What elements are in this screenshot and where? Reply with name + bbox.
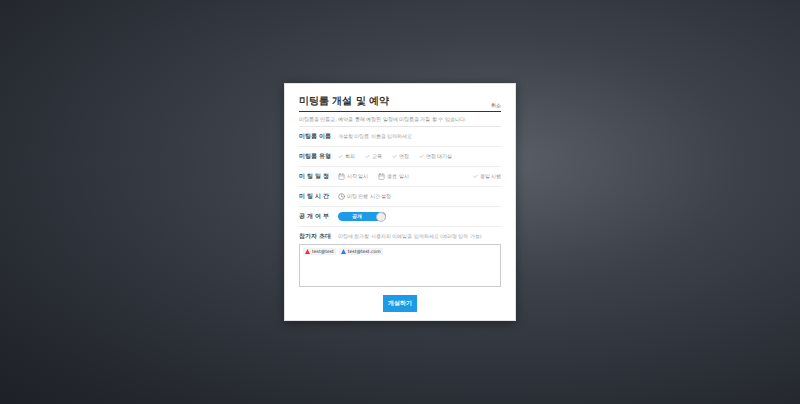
form-row: 미 팅 시 간 미팅 진행 시간 설정 (299, 187, 501, 207)
invite-input[interactable]: test@testtest@test.com (299, 244, 501, 287)
room-name-input[interactable]: 개설할 미팅룸 이름을 입력하세요 (338, 134, 412, 139)
form-row: 미팅룸 이름 개설할 미팅룸 이름을 입력하세요 (299, 127, 501, 147)
check-icon (392, 154, 397, 159)
type-checkbox[interactable]: 면접 대기실 (419, 154, 452, 159)
field-label: 공 개 여 부 (299, 213, 334, 220)
invite-hint: 미팅에 참가할 사용자의 이메일을 입력하세요 (여러명 입력 가능) (338, 234, 482, 239)
allday-checkbox[interactable]: 종일 시행 (473, 174, 501, 179)
toggle-knob (376, 212, 386, 222)
form-row: 미팅룸 유형 회의 교육 면접 면접 대기실 (299, 147, 501, 167)
calendar-icon (378, 173, 385, 180)
form-row: 공 개 여 부 공개 (299, 207, 501, 227)
end-date-input[interactable]: 종료 일시 (378, 173, 408, 180)
check-icon (419, 154, 424, 159)
user-icon (305, 249, 310, 254)
time-input[interactable]: 미팅 진행 시간 설정 (338, 193, 391, 200)
clock-icon (338, 193, 345, 200)
create-button[interactable]: 개설하기 (383, 295, 417, 312)
email-tag[interactable]: test@test.com (339, 248, 383, 255)
public-toggle[interactable]: 공개 (338, 212, 386, 221)
invite-section: 참가자 초대 미팅에 참가할 사용자의 이메일을 입력하세요 (여러명 입력 가능… (299, 227, 501, 287)
cancel-button[interactable]: 취소 (491, 102, 501, 108)
field-label: 참가자 초대 (299, 233, 334, 240)
form-row: 미 팅 일 정 시작 일시 종료 일시 종일 시행 (299, 167, 501, 187)
dialog-description: 미팅룸을 만들고, 예약을 통해 예정된 일정에 미팅룸을 가질 할 수 있습니… (299, 112, 501, 127)
start-date-input[interactable]: 시작 일시 (338, 173, 368, 180)
meeting-dialog: 미팅룸 개설 및 예약취소미팅룸을 만들고, 예약을 통해 예정된 일정에 미팅… (284, 83, 516, 321)
check-icon (338, 154, 343, 159)
check-icon (365, 154, 370, 159)
dialog-header: 미팅룸 개설 및 예약취소 (299, 94, 501, 112)
email-tag[interactable]: test@test (303, 248, 336, 255)
calendar-icon (338, 173, 345, 180)
field-label: 미팅룸 유형 (299, 153, 334, 160)
field-label: 미 팅 일 정 (299, 173, 334, 180)
field-label: 미팅룸 이름 (299, 133, 334, 140)
check-icon (473, 174, 478, 179)
user-icon (341, 249, 346, 254)
type-checkbox[interactable]: 회의 (338, 154, 355, 159)
type-checkbox[interactable]: 면접 (392, 154, 409, 159)
field-label: 미 팅 시 간 (299, 193, 334, 200)
background-photo: 미팅룸 개설 및 예약취소미팅룸을 만들고, 예약을 통해 예정된 일정에 미팅… (0, 0, 800, 404)
type-checkbox[interactable]: 교육 (365, 154, 382, 159)
dialog-title: 미팅룸 개설 및 예약 (299, 94, 389, 108)
